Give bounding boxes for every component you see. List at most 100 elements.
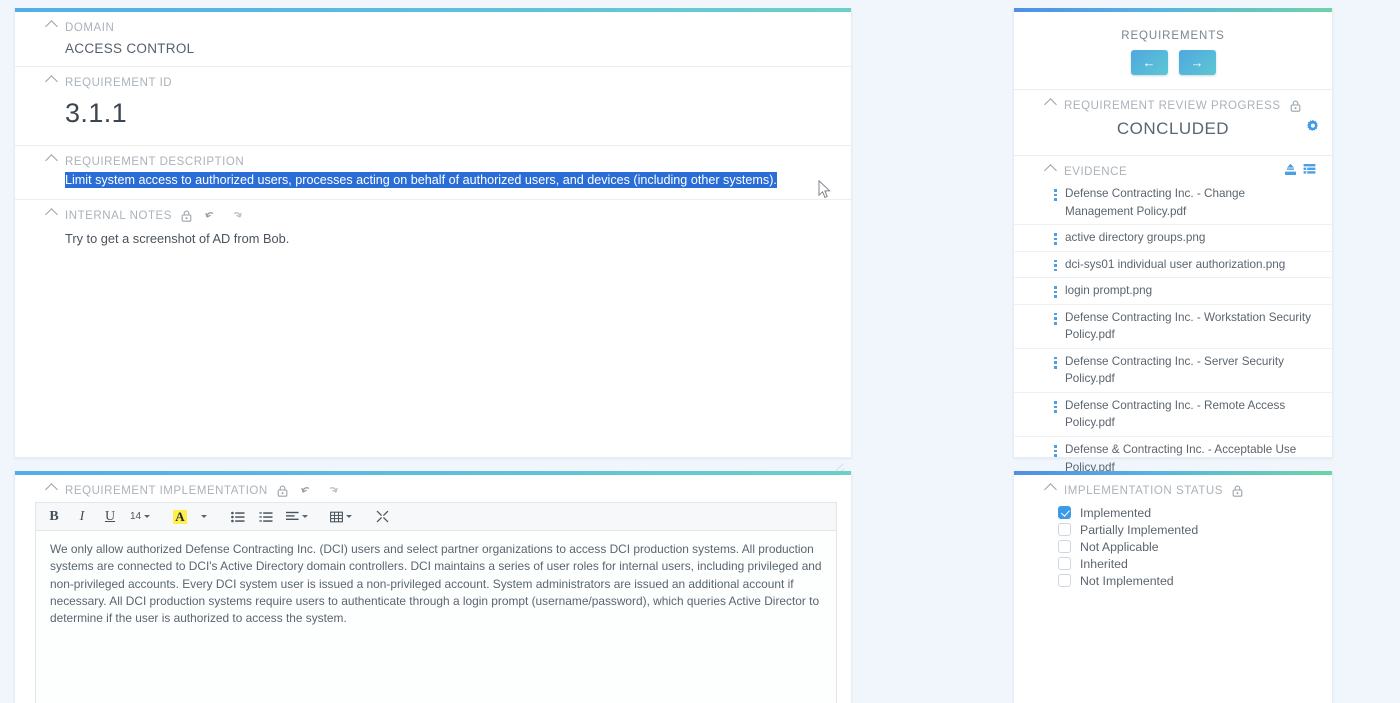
section-requirement-implementation-header[interactable]: REQUIREMENT IMPLEMENTATION	[15, 483, 851, 498]
evidence-list-item[interactable]: Defense Contracting Inc. - Remote Access…	[1014, 393, 1332, 438]
evidence-item-menu-icon[interactable]	[1054, 259, 1057, 272]
evidence-item-menu-icon[interactable]	[1054, 445, 1057, 457]
mouse-cursor-icon	[818, 180, 831, 199]
section-implementation-status-header[interactable]: IMPLEMENTATION STATUS	[1014, 483, 1332, 498]
section-implementation-status: IMPLEMENTATION STATUS Implemented Partial…	[1014, 475, 1332, 597]
evidence-item-menu-icon[interactable]	[1054, 400, 1057, 413]
next-requirement-button[interactable]: →	[1178, 50, 1216, 75]
table-icon	[330, 511, 343, 523]
checkbox-icon[interactable]	[1058, 506, 1071, 519]
fullscreen-button[interactable]	[368, 504, 396, 530]
numbered-list-button[interactable]	[252, 504, 280, 530]
list-view-icon[interactable]	[1303, 163, 1316, 176]
gear-icon[interactable]	[1306, 119, 1320, 133]
requirements-nav-buttons: ← →	[1014, 50, 1332, 89]
section-requirement-id-header[interactable]: REQUIREMENT ID	[15, 75, 851, 90]
previous-requirement-button[interactable]: ←	[1130, 50, 1168, 75]
implementation-status-option[interactable]: Implemented	[1058, 504, 1332, 521]
section-evidence-header[interactable]: EVIDENCE	[1014, 163, 1332, 179]
font-size-dropdown[interactable]: 14	[124, 504, 156, 530]
chevron-up-icon[interactable]	[45, 154, 58, 167]
editor-toolbar: B I U 14 A	[35, 502, 837, 530]
implementation-status-option-label: Not Implemented	[1080, 573, 1174, 588]
section-domain-header[interactable]: DOMAIN	[15, 20, 851, 35]
evidence-list-item[interactable]: Defense Contracting Inc. - Server Securi…	[1014, 349, 1332, 393]
evidence-list-item[interactable]: active directory groups.png	[1014, 225, 1332, 252]
chevron-up-icon[interactable]	[1044, 164, 1057, 177]
align-dropdown[interactable]	[280, 504, 314, 530]
section-internal-notes-header[interactable]: INTERNAL NOTES	[15, 208, 851, 223]
checkbox-icon[interactable]	[1058, 574, 1071, 587]
internal-notes-textarea[interactable]: Try to get a screenshot of AD from Bob.	[65, 227, 831, 367]
table-dropdown[interactable]	[324, 504, 358, 530]
lock-icon[interactable]	[181, 210, 192, 222]
highlight-letter: A	[173, 508, 187, 524]
redo-icon[interactable]	[229, 210, 242, 221]
resize-handle-icon[interactable]	[833, 459, 845, 471]
evidence-item-menu-icon[interactable]	[1054, 312, 1057, 325]
chevron-up-icon[interactable]	[45, 75, 58, 88]
section-requirement-id: REQUIREMENT ID 3.1.1	[15, 67, 851, 146]
font-size-value: 14	[129, 511, 142, 522]
section-review-progress-label: REQUIREMENT REVIEW PROGRESS	[1064, 99, 1281, 112]
undo-icon[interactable]	[301, 485, 314, 496]
chevron-up-icon[interactable]	[45, 208, 58, 221]
text-highlight-button[interactable]: A	[166, 504, 194, 530]
section-implementation-status-label: IMPLEMENTATION STATUS	[1064, 484, 1223, 497]
chevron-up-icon[interactable]	[1044, 483, 1057, 496]
chevron-up-icon[interactable]	[1044, 98, 1057, 111]
section-domain-label: DOMAIN	[65, 21, 115, 34]
implementation-status-option[interactable]: Not Applicable	[1058, 538, 1332, 555]
upload-icon[interactable]	[1284, 163, 1297, 176]
requirement-description-value[interactable]: Limit system access to authorized users,…	[65, 172, 777, 188]
rich-text-editor: B I U 14 A We only allow authorized Defe…	[15, 498, 851, 703]
chevron-up-icon[interactable]	[45, 483, 58, 496]
evidence-item-label: Defense Contracting Inc. - Remote Access…	[1065, 398, 1286, 430]
implementation-status-option-label: Implemented	[1080, 505, 1152, 520]
implementation-status-option[interactable]: Inherited	[1058, 555, 1332, 572]
implementation-status-option[interactable]: Partially Implemented	[1058, 521, 1332, 538]
section-review-progress-header[interactable]: REQUIREMENT REVIEW PROGRESS	[1014, 98, 1332, 113]
evidence-list-item[interactable]: dci-sys01 individual user authorization.…	[1014, 252, 1332, 279]
lock-icon[interactable]	[277, 485, 288, 497]
section-requirement-description-header[interactable]: REQUIREMENT DESCRIPTION	[15, 154, 851, 169]
checkbox-icon[interactable]	[1058, 557, 1071, 570]
implementation-status-option-label: Partially Implemented	[1080, 522, 1199, 537]
checkbox-icon[interactable]	[1058, 523, 1071, 536]
bullet-list-button[interactable]	[224, 504, 252, 530]
evidence-item-label: active directory groups.png	[1065, 231, 1206, 245]
evidence-item-menu-icon[interactable]	[1054, 286, 1057, 298]
lock-icon[interactable]	[1290, 100, 1301, 112]
evidence-list-item[interactable]: login prompt.png	[1014, 278, 1332, 305]
implementation-status-options: Implemented Partially Implemented Not Appl…	[1014, 498, 1332, 589]
evidence-item-menu-icon[interactable]	[1054, 189, 1057, 201]
bold-button[interactable]: B	[40, 504, 68, 530]
review-progress-value-row: CONCLUDED	[1014, 113, 1332, 147]
redo-icon[interactable]	[325, 485, 338, 496]
evidence-item-menu-icon[interactable]	[1054, 356, 1057, 369]
implementation-status-option-label: Inherited	[1080, 556, 1128, 571]
implementation-text-body[interactable]: We only allow authorized Defense Contrac…	[35, 530, 837, 703]
section-domain: DOMAIN ACCESS CONTROL	[15, 12, 851, 67]
align-left-icon	[286, 511, 299, 522]
checkbox-icon[interactable]	[1058, 540, 1071, 553]
text-color-dropdown[interactable]	[194, 504, 214, 530]
implementation-status-option-label: Not Applicable	[1080, 539, 1159, 554]
requirement-id-value: 3.1.1	[65, 98, 128, 128]
chevron-up-icon[interactable]	[45, 20, 58, 33]
implementation-status-option[interactable]: Not Implemented	[1058, 572, 1332, 589]
undo-icon[interactable]	[205, 210, 218, 221]
section-evidence: EVIDENCE Defense Contracting Inc. - Chan…	[1014, 156, 1332, 480]
underline-button[interactable]: U	[96, 504, 124, 530]
section-requirement-description-body: Limit system access to authorized users,…	[15, 169, 851, 191]
section-requirement-description-label: REQUIREMENT DESCRIPTION	[65, 155, 245, 168]
section-internal-notes-body: Try to get a screenshot of AD from Bob.	[15, 223, 851, 369]
evidence-list-item[interactable]: Defense Contracting Inc. - Workstation S…	[1014, 305, 1332, 349]
requirement-implementation-card: REQUIREMENT IMPLEMENTATION B I U 14 A We…	[14, 471, 852, 703]
section-internal-notes: INTERNAL NOTES Try to get a screenshot o…	[15, 200, 851, 377]
lock-icon[interactable]	[1232, 485, 1243, 497]
evidence-item-menu-icon[interactable]	[1054, 233, 1057, 245]
review-progress-value: CONCLUDED	[1116, 119, 1230, 138]
italic-button[interactable]: I	[68, 504, 96, 530]
evidence-list-item[interactable]: Defense Contracting Inc. - Change Manage…	[1014, 181, 1332, 226]
